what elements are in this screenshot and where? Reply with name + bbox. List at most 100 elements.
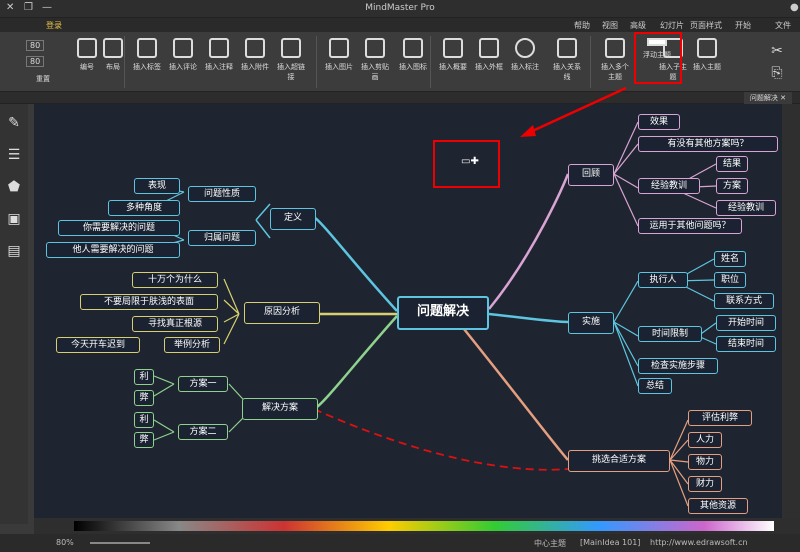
clipart-icon[interactable]: ▣: [5, 210, 23, 228]
tab-problem-solving[interactable]: 问题解决 ✕: [743, 92, 792, 104]
insert-hyperlink-button[interactable]: 插入超链接: [274, 36, 308, 88]
mindmap-canvas[interactable]: 问题解决 定义 问题性质 归属问题 表现 多种角度 你需要解决的问题 他人需要解…: [34, 104, 782, 518]
menu-file[interactable]: 文件: [775, 20, 791, 31]
leaf-node[interactable]: 姓名: [714, 251, 746, 267]
subtopic-node[interactable]: 其他资源: [688, 498, 748, 514]
insert-multiple-topics-button[interactable]: 插入多个主题: [598, 36, 632, 88]
insert-tag-button[interactable]: 插入标签: [130, 36, 164, 88]
highlight-box: [634, 32, 682, 84]
subtopic-node[interactable]: 评估利弊: [688, 410, 752, 426]
leaf-node[interactable]: 今天开车迟到: [56, 337, 140, 353]
menu-advanced[interactable]: 高级: [630, 20, 646, 31]
subtopic-belong[interactable]: 归属问题: [188, 230, 256, 246]
subtopic-nature[interactable]: 问题性质: [188, 186, 256, 202]
label: 插入附件: [241, 63, 269, 71]
outline-icon[interactable]: ☰: [5, 146, 23, 164]
subtopic-node[interactable]: 不要局限于肤浅的表面: [80, 294, 218, 310]
subtopic-node[interactable]: 经验教训: [638, 178, 700, 194]
subtopic-node[interactable]: 举例分析: [164, 337, 220, 353]
leaf-node[interactable]: 结果: [716, 156, 748, 172]
menu-slides[interactable]: 幻灯片: [660, 20, 684, 31]
insert-clipart-button[interactable]: 插入剪贴画: [358, 36, 392, 88]
label: 插入注释: [205, 63, 233, 71]
pentagon-icon[interactable]: ⬟: [5, 178, 23, 196]
subtopic-node[interactable]: 运用于其他问题吗？: [638, 218, 742, 234]
leaf-node[interactable]: 他人需要解决的问题: [46, 242, 180, 258]
branch-define[interactable]: 定义: [270, 208, 316, 230]
insert-icon-button[interactable]: 插入图标: [396, 36, 430, 88]
slides-icon[interactable]: ▤: [5, 242, 23, 260]
insert-boundary-button[interactable]: 插入外框: [472, 36, 506, 88]
insert-attachment-button[interactable]: 插入附件: [238, 36, 272, 88]
color-swatches[interactable]: [34, 518, 800, 534]
clipboard-group[interactable]: ✂ ⎘: [760, 40, 794, 88]
leaf-node[interactable]: 你需要解决的问题: [58, 220, 180, 236]
insert-image-button[interactable]: 插入图片: [322, 36, 356, 88]
branch-implement[interactable]: 实施: [568, 312, 614, 334]
label: 插入图片: [325, 63, 353, 71]
label: 编号: [80, 63, 94, 71]
status-url[interactable]: http://www.edrawsoft.cn: [650, 538, 748, 547]
reset-button[interactable]: 重置: [36, 74, 50, 84]
insert-comment-button[interactable]: 插入评论: [166, 36, 200, 88]
leaf-node[interactable]: 多种角度: [108, 200, 180, 216]
insert-summary-button[interactable]: 插入概要: [436, 36, 470, 88]
menu-page-style[interactable]: 页面样式: [690, 20, 722, 31]
spacing-input[interactable]: 80: [26, 40, 45, 51]
leaf-node[interactable]: 结束时间: [716, 336, 776, 352]
insert-note-button[interactable]: 插入注释: [202, 36, 236, 88]
label: 插入剪贴画: [361, 63, 389, 81]
color-palette[interactable]: [34, 518, 800, 534]
subtopic-node[interactable]: 方案二: [178, 424, 228, 440]
subtopic-node[interactable]: 执行人: [638, 272, 688, 288]
leaf-node[interactable]: 利: [134, 412, 154, 428]
subtopic-node[interactable]: 人力: [688, 432, 722, 448]
leaf-node[interactable]: 开始时间: [716, 315, 776, 331]
insert-relationship-button[interactable]: 插入关系线: [550, 36, 584, 88]
right-scrollbar[interactable]: [782, 104, 800, 518]
menu-help[interactable]: 帮助: [574, 20, 590, 31]
status-idea: [MainIdea 101]: [580, 538, 641, 547]
subtopic-node[interactable]: 方案一: [178, 376, 228, 392]
menu-view[interactable]: 视图: [602, 20, 618, 31]
branch-solution[interactable]: 解决方案: [242, 398, 318, 420]
subtopic-node[interactable]: 十万个为什么: [132, 272, 218, 288]
branch-cause[interactable]: 原因分析: [244, 302, 320, 324]
numbering-button[interactable]: 编号: [70, 36, 104, 88]
leaf-node[interactable]: 方案: [716, 178, 748, 194]
leaf-node[interactable]: 弊: [134, 390, 154, 406]
relationship-icon: [557, 38, 577, 58]
subtopic-node[interactable]: 总结: [638, 378, 672, 394]
subtopic-node[interactable]: 物力: [688, 454, 722, 470]
note-icon: [209, 38, 229, 58]
subtopic-node[interactable]: 有没有其他方案吗？: [638, 136, 778, 152]
insert-callout-button[interactable]: 插入标注: [508, 36, 542, 88]
subtopic-node[interactable]: 检查实施步骤: [638, 358, 718, 374]
link-icon: [281, 38, 301, 58]
branch-review[interactable]: 回顾: [568, 164, 614, 186]
leaf-node[interactable]: 弊: [134, 432, 154, 448]
branch-choose[interactable]: 挑选合适方案: [568, 450, 670, 472]
subtopic-node[interactable]: 财力: [688, 476, 722, 492]
subtopic-node[interactable]: 时间限制: [638, 326, 702, 342]
leaf-node[interactable]: 职位: [714, 272, 746, 288]
zoom-slider[interactable]: [90, 542, 150, 544]
close-icon[interactable]: ✕: [6, 2, 14, 13]
central-topic[interactable]: 问题解决: [397, 296, 489, 330]
spacing-input-2[interactable]: 80: [26, 56, 45, 67]
menu-start[interactable]: 开始: [735, 20, 751, 31]
login-button[interactable]: 登录: [46, 20, 62, 31]
brush-icon[interactable]: ✎: [5, 114, 23, 132]
subtopic-node[interactable]: 效果: [638, 114, 680, 130]
insert-topic-button[interactable]: 插入主题: [690, 36, 724, 88]
restore-icon[interactable]: ❐: [24, 2, 33, 13]
minimize-icon[interactable]: —: [42, 2, 52, 13]
leaf-node[interactable]: 利: [134, 369, 154, 385]
leaf-node[interactable]: 联系方式: [714, 293, 774, 309]
leaf-node[interactable]: 表现: [134, 178, 180, 194]
subtopic-node[interactable]: 寻找真正根源: [132, 316, 218, 332]
paperclip-icon: [245, 38, 265, 58]
divider: [430, 36, 431, 88]
status-center: 中心主题: [534, 539, 566, 548]
leaf-node[interactable]: 经验教训: [716, 200, 776, 216]
